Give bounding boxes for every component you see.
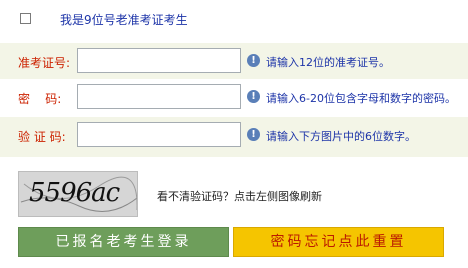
old-ticket-label[interactable]: 我是9位号老准考证考生 [60, 11, 188, 28]
reset-password-button[interactable]: 密码忘记点此重置 [233, 227, 444, 257]
captcha-hint: 请输入下方图片中的6位数字。 [266, 130, 416, 143]
password-label: 密 码: [18, 92, 62, 106]
ticket-number-row: 准考证号: ! 请输入12位的准考证号。 [0, 43, 468, 83]
captcha-image[interactable]: 5596ac [18, 171, 138, 217]
captcha-input[interactable] [77, 122, 241, 147]
login-button[interactable]: 已报名老考生登录 [18, 227, 229, 257]
ticket-number-label: 准考证号: [18, 56, 71, 70]
info-icon: ! [247, 128, 260, 141]
ticket-number-input[interactable] [77, 48, 241, 73]
info-icon: ! [247, 90, 260, 103]
password-input[interactable] [77, 84, 241, 109]
old-ticket-row: 我是9位号老准考证考生 [0, 8, 468, 30]
info-icon: ! [247, 54, 260, 67]
captcha-refresh-hint: 看不清验证码？点击左侧图像刷新 [157, 190, 322, 203]
password-row: 密 码: ! 请输入6-20位包含字母和数字的密码。 [0, 79, 468, 119]
ticket-number-hint: 请输入12位的准考证号。 [266, 56, 390, 69]
captcha-row: 验 证 码: ! 请输入下方图片中的6位数字。 [0, 117, 468, 157]
old-ticket-checkbox[interactable] [20, 13, 31, 24]
password-hint: 请输入6-20位包含字母和数字的密码。 [266, 92, 456, 105]
captcha-label: 验 证 码: [18, 130, 66, 144]
captcha-text: 5596ac [29, 178, 120, 208]
